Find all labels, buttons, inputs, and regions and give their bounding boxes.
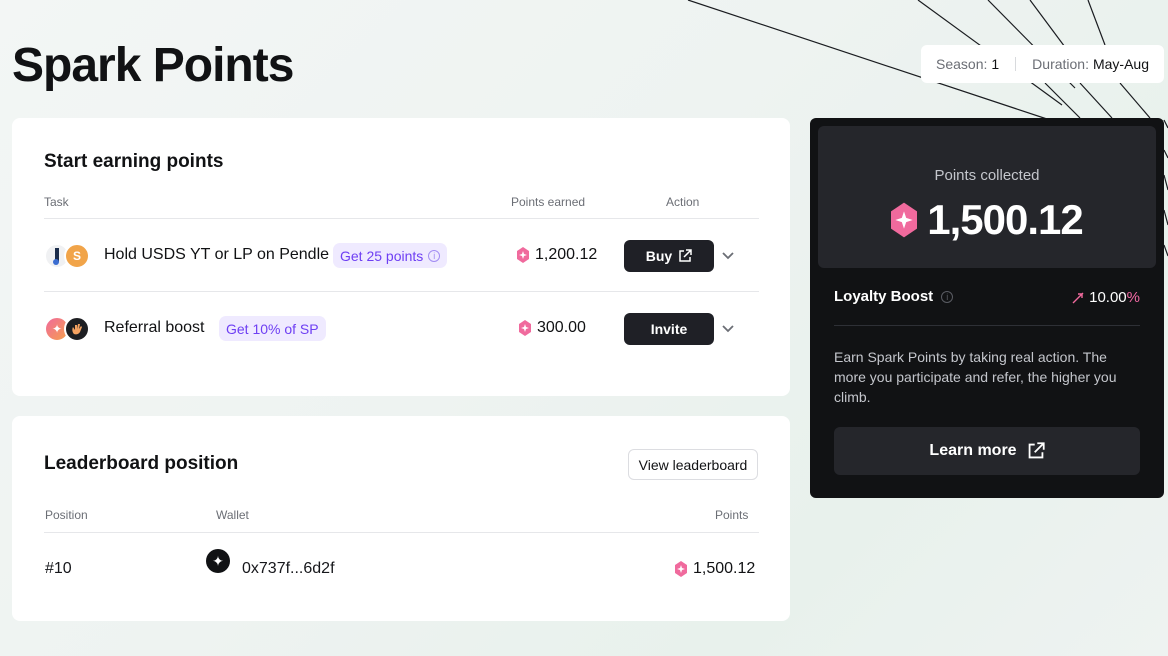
spark-gem-icon bbox=[675, 561, 687, 577]
points-earned: 1,500.12 bbox=[675, 560, 755, 578]
duration-label: Duration: bbox=[1032, 56, 1089, 72]
action-header: Action bbox=[666, 195, 700, 209]
task-header: Task bbox=[44, 195, 69, 209]
pill-label: Get 25 points bbox=[340, 247, 424, 264]
invite-button[interactable]: Invite bbox=[624, 313, 714, 345]
task-row-pendle[interactable]: S Hold USDS YT or LP on Pendle Get 25 po… bbox=[44, 219, 759, 291]
points-collected-label: Points collected bbox=[934, 167, 1040, 184]
buy-button[interactable]: Buy bbox=[624, 240, 714, 272]
spark-gem-icon bbox=[517, 247, 529, 263]
season-label: Season: bbox=[936, 56, 988, 72]
external-link-icon bbox=[679, 249, 692, 262]
season-value: 1 bbox=[991, 56, 1000, 72]
learn-more-label: Learn more bbox=[929, 442, 1017, 459]
points-value: 1,500.12 bbox=[693, 560, 756, 577]
points-earned-header: Points earned bbox=[511, 195, 586, 209]
points-earned: 1,200.12 bbox=[517, 246, 597, 264]
leaderboard-card: Leaderboard position View leaderboard Po… bbox=[12, 416, 790, 621]
invite-label: Invite bbox=[650, 321, 688, 337]
chevron-down-icon[interactable] bbox=[720, 247, 736, 263]
task-label: Hold USDS YT or LP on Pendle bbox=[104, 246, 330, 263]
wallet-avatar-icon: ✦ bbox=[206, 549, 230, 573]
description: Earn Spark Points by taking real action.… bbox=[834, 349, 1117, 405]
info-icon[interactable]: i bbox=[941, 290, 954, 303]
points-value: 300.00 bbox=[537, 319, 586, 336]
points-earned: 300.00 bbox=[519, 319, 586, 337]
chevron-down-icon[interactable] bbox=[720, 320, 736, 336]
points-value: 1,200.12 bbox=[535, 246, 598, 263]
spark-gem-icon bbox=[519, 320, 531, 336]
buy-label: Buy bbox=[645, 248, 673, 264]
info-icon[interactable]: i bbox=[428, 249, 441, 262]
task-icons: S bbox=[44, 243, 94, 269]
loyalty-boost-value: 10.00% bbox=[1072, 289, 1140, 306]
points-collected-box: Points collected 1,500.12 bbox=[818, 126, 1156, 268]
task-icons: ✦ bbox=[44, 316, 94, 342]
page-title: Spark Points bbox=[12, 39, 294, 92]
earning-card: Start earning points Task Points earned … bbox=[12, 118, 790, 396]
loyalty-boost: Loyalty Boost i bbox=[834, 288, 954, 305]
leaderboard-title: Leaderboard position bbox=[44, 453, 239, 474]
points-collected-value: 1,500.12 bbox=[927, 196, 1083, 243]
season-info: Season: 1 Duration: May-Aug bbox=[921, 45, 1164, 83]
divider bbox=[834, 325, 1140, 326]
spark-gem-icon bbox=[891, 202, 918, 238]
wallet-address: 0x737f...6d2f bbox=[242, 560, 335, 577]
points-summary-panel: Points collected 1,500.12 Loyalty Boost … bbox=[810, 118, 1164, 498]
view-leaderboard-button[interactable]: View leaderboard bbox=[628, 449, 758, 480]
points-collected: 1,500.12 bbox=[818, 196, 1156, 244]
points-header: Points bbox=[715, 508, 749, 522]
referral-pill: Get 10% of SP bbox=[219, 316, 326, 341]
loyalty-percent: % bbox=[1126, 289, 1140, 306]
position-header: Position bbox=[45, 508, 88, 522]
loyalty-label: Loyalty Boost bbox=[834, 288, 934, 305]
learn-more-button[interactable]: Learn more bbox=[834, 427, 1140, 475]
loyalty-value: 10.00 bbox=[1089, 289, 1127, 306]
usds-icon: S bbox=[64, 243, 90, 269]
task-row-referral[interactable]: ✦ Referral boost Get 10% of SP 300.00 In… bbox=[44, 292, 759, 364]
rocket-icon bbox=[1072, 292, 1084, 303]
position-value: #10 bbox=[45, 560, 72, 577]
pill-label: Get 10% of SP bbox=[226, 320, 319, 337]
duration-value: May-Aug bbox=[1092, 56, 1150, 72]
wallet-header: Wallet bbox=[216, 508, 249, 522]
task-label: Referral boost bbox=[104, 319, 205, 336]
external-link-icon bbox=[1028, 442, 1045, 459]
leaderboard-row: #10 ✦ 0x737f...6d2f 1,500.12 bbox=[44, 533, 759, 605]
wave-hand-icon bbox=[64, 316, 90, 342]
earning-title: Start earning points bbox=[44, 151, 224, 172]
points-pill: Get 25 points i bbox=[333, 243, 448, 268]
divider bbox=[1015, 57, 1017, 71]
